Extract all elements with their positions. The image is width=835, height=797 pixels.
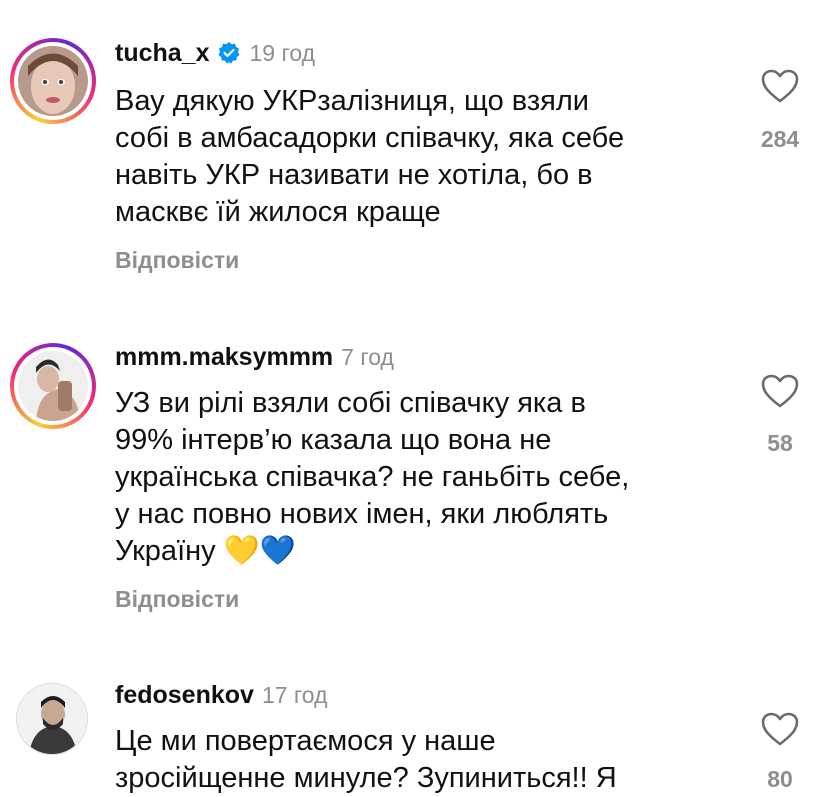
- reply-button[interactable]: Відповісти: [115, 247, 239, 274]
- comment-time: 17 год: [261, 681, 328, 708]
- comment-header: mmm.maksymmm 7 год: [115, 342, 394, 372]
- comment-header: fedosenkov 17 год: [115, 680, 328, 710]
- avatar-story-ring[interactable]: [10, 38, 96, 124]
- heart-outline-icon[interactable]: [760, 711, 800, 747]
- username[interactable]: mmm.maksymmm: [115, 343, 333, 372]
- comment-header: tucha_x 19 год: [115, 38, 315, 68]
- like-count: 58: [767, 430, 793, 456]
- like-count: 80: [767, 766, 793, 792]
- avatar-story-ring[interactable]: [10, 343, 96, 429]
- reply-button[interactable]: Відповісти: [115, 586, 239, 613]
- verified-badge-icon: [218, 42, 241, 64]
- comment-time: 7 год: [341, 343, 394, 370]
- heart-outline-icon[interactable]: [760, 373, 800, 409]
- avatar-photo: [18, 46, 88, 116]
- username[interactable]: fedosenkov: [115, 681, 254, 710]
- comment-text: УЗ ви рілі взяли собі співачку яка в 99%…: [115, 387, 630, 567]
- comment-text: Вау дякую УКРзалізниця, що взяли собі в …: [115, 85, 625, 228]
- avatar-photo: [17, 684, 87, 754]
- username[interactable]: tucha_x: [115, 39, 209, 68]
- like-count: 284: [760, 126, 800, 152]
- heart-outline-icon[interactable]: [760, 68, 800, 104]
- avatar[interactable]: [18, 46, 88, 116]
- avatar[interactable]: [18, 351, 88, 421]
- comment-text: Це ми повертаємося у наше зросійщенне ми…: [115, 725, 617, 794]
- avatar-photo: [18, 351, 88, 421]
- avatar[interactable]: [16, 683, 88, 755]
- comment-time: 19 год: [249, 39, 316, 66]
